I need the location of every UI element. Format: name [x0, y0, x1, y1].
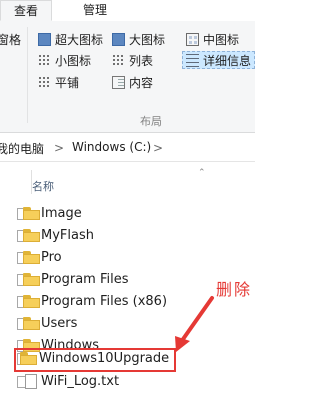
file-name: Image — [41, 206, 82, 221]
file-name: WiFi_Log.txt — [41, 374, 120, 389]
large-icons-icon — [112, 33, 125, 46]
breadcrumb-this-pc[interactable]: 我的电脑 — [0, 140, 44, 157]
details-view-icon — [186, 54, 199, 67]
file-name: MyFlash — [41, 228, 94, 243]
layout-label: 平铺 — [55, 76, 80, 90]
list-item[interactable]: WiFi_Log.txt — [17, 371, 217, 393]
layout-tiles[interactable]: 平铺 — [38, 74, 79, 92]
layout-label: 详细信息 — [203, 54, 252, 68]
list-item[interactable]: MyFlash — [17, 225, 217, 247]
breadcrumb-chevron-icon[interactable]: > — [54, 141, 64, 155]
tab-manage[interactable]: 管理 — [66, 0, 124, 21]
folder-icon — [23, 207, 40, 220]
list-item[interactable]: Image — [17, 203, 217, 225]
layout-list[interactable]: 列表 — [112, 52, 153, 70]
folder-icon — [23, 295, 40, 308]
layout-large-icons[interactable]: 大图标 — [112, 31, 165, 49]
small-icons-icon — [38, 54, 51, 67]
layout-details[interactable]: 详细信息 — [182, 51, 255, 69]
layout-label: 小图标 — [55, 54, 92, 68]
file-name: Pro — [41, 250, 62, 265]
layout-label: 中图标 — [203, 33, 240, 47]
extra-large-icons-icon — [38, 33, 51, 46]
annotation-delete-label: 删除 — [216, 280, 253, 299]
list-item[interactable]: Users — [17, 313, 217, 335]
folder-icon — [23, 273, 40, 286]
ribbon-separator — [27, 27, 28, 123]
breadcrumb-drive[interactable]: Windows (C:) — [72, 140, 151, 154]
sort-arrow-icon: ⌃ — [198, 168, 206, 178]
content-view-icon — [112, 76, 125, 89]
list-item[interactable]: Pro — [17, 247, 217, 269]
list-item-highlighted[interactable]: Windows10Upgrade — [14, 348, 176, 372]
list-item[interactable]: Program Files (x86) — [17, 291, 217, 313]
column-name-header[interactable]: 名称 — [32, 178, 54, 194]
file-name: Program Files (x86) — [41, 294, 168, 309]
layout-label: 超大图标 — [55, 33, 104, 47]
layout-small-icons[interactable]: 小图标 — [38, 52, 91, 70]
layout-label: 内容 — [129, 76, 154, 90]
folder-icon — [23, 229, 40, 242]
file-name: Program Files — [41, 272, 129, 287]
layout-label: 列表 — [129, 54, 154, 68]
pane-label-fragment[interactable]: 窗格 — [0, 31, 21, 48]
file-name: Users — [41, 316, 78, 331]
file-name: Windows10Upgrade — [39, 351, 170, 366]
layout-content[interactable]: 内容 — [112, 74, 153, 92]
layout-group-label: 布局 — [140, 115, 162, 128]
ribbon-panel: 窗格 超大图标 大图标 中图标 小图标 列表 详细信息 平铺 内容 布局 — [0, 21, 255, 133]
layout-extra-large-icons[interactable]: 超大图标 — [38, 31, 103, 49]
folder-icon — [23, 317, 40, 330]
ribbon-tab-bar: 查看 管理 — [0, 0, 255, 22]
layout-medium-icons[interactable]: 中图标 — [186, 31, 239, 49]
folder-icon — [23, 251, 40, 264]
layout-label: 大图标 — [129, 33, 166, 47]
list-item[interactable]: Program Files — [17, 269, 217, 291]
breadcrumb-chevron-icon[interactable]: > — [153, 141, 163, 155]
address-bar[interactable]: 我的电脑 > Windows (C:) > — [0, 133, 255, 162]
tab-view[interactable]: 查看 — [0, 0, 52, 21]
medium-icons-icon — [186, 33, 199, 46]
list-view-icon — [112, 54, 125, 67]
tiles-view-icon — [38, 76, 51, 89]
column-header: ⌃ 名称 — [0, 162, 255, 194]
folder-icon — [20, 352, 37, 365]
